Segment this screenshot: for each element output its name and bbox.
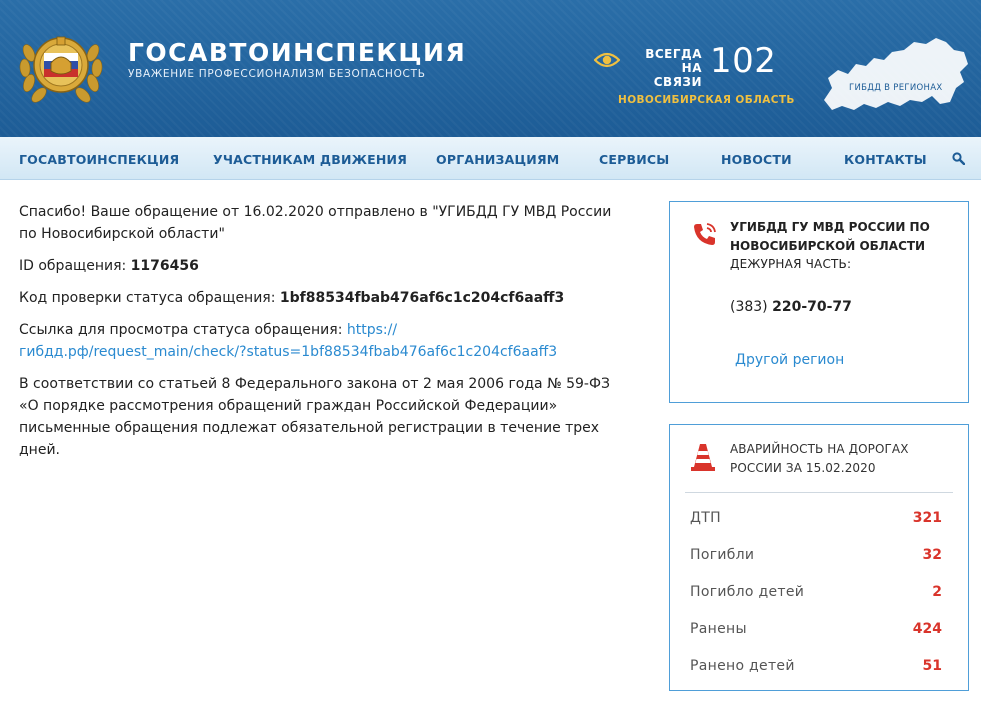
nav-item-services[interactable]: СЕРВИСЫ	[599, 152, 669, 167]
phone-icon	[694, 223, 716, 245]
stat-row: Ранено детей 51	[690, 658, 942, 678]
stat-value: 321	[912, 510, 942, 526]
stat-value: 424	[912, 621, 942, 637]
nav-item-participants[interactable]: УЧАСТНИКАМ ДВИЖЕНИЯ	[213, 152, 407, 167]
status-code-label: Код проверки статуса обращения:	[19, 290, 280, 306]
emblem-icon[interactable]	[17, 23, 105, 107]
stat-row: Погибло детей 2	[690, 584, 942, 604]
divider	[685, 492, 953, 493]
accidents-box-title: АВАРИЙНОСТЬ НА ДОРОГАХ РОССИИ ЗА 15.02.2…	[730, 442, 909, 475]
request-id-label: ID обращения:	[19, 258, 131, 274]
status-link-line: Ссылка для просмотра статуса обращения: …	[19, 319, 619, 363]
eye-icon[interactable]	[594, 50, 620, 70]
status-code-value: 1bf88534fbab476af6c1c204cf6aaff3	[279, 290, 565, 306]
nav-item-organizations[interactable]: ОРГАНИЗАЦИЯМ	[436, 152, 559, 167]
region-name: НОВОСИБИРСКАЯ ОБЛАСТЬ	[618, 94, 795, 106]
always-available-line2: НА СВЯЗИ	[653, 61, 702, 89]
law-notice: В соответствии со статьей 8 Федерального…	[19, 376, 610, 458]
stat-label: Ранены	[690, 621, 747, 637]
always-available-line1: ВСЕГДА	[645, 47, 702, 61]
contact-box: УГИБДД ГУ МВД РОССИИ ПО НОВОСИБИРСКОЙ ОБ…	[669, 201, 969, 403]
nav-item-news[interactable]: НОВОСТИ	[721, 152, 792, 167]
nav-item-gosavtoinspekciya[interactable]: ГОСАВТОИНСПЕКЦИЯ	[19, 152, 179, 167]
stat-value: 2	[932, 584, 942, 600]
russia-map-icon[interactable]	[818, 30, 970, 120]
emergency-phone: 102	[710, 41, 777, 81]
stat-label: Ранено детей	[690, 658, 795, 674]
search-icon[interactable]	[952, 152, 965, 165]
stat-label: ДТП	[690, 510, 721, 526]
thanks-message: Спасибо! Ваше обращение от 16.02.2020 от…	[19, 204, 612, 242]
stat-row: Ранены 424	[690, 621, 942, 641]
status-link-label: Ссылка для просмотра статуса обращения:	[19, 322, 347, 338]
request-id-line: ID обращения: 1176456	[19, 255, 619, 277]
contact-box-subtitle: ДЕЖУРНАЯ ЧАСТЬ:	[730, 257, 852, 271]
map-label[interactable]: ГИБДД В РЕГИОНАХ	[849, 83, 942, 93]
contact-box-title: УГИБДД ГУ МВД РОССИИ ПО НОВОСИБИРСКОЙ ОБ…	[730, 220, 930, 253]
stat-row: Погибли 32	[690, 547, 942, 567]
request-id-value: 1176456	[130, 258, 199, 274]
stat-value: 51	[922, 658, 942, 674]
accidents-box: АВАРИЙНОСТЬ НА ДОРОГАХ РОССИИ ЗА 15.02.2…	[669, 424, 969, 691]
other-region-link[interactable]: Другой регион	[735, 352, 844, 368]
contact-phone-code: (383)	[730, 299, 773, 315]
main-navigation: ГОСАВТОИНСПЕКЦИЯ УЧАСТНИКАМ ДВИЖЕНИЯ ОРГ…	[0, 137, 981, 180]
traffic-cone-icon	[691, 444, 715, 471]
contact-phone-number: 220-70-77	[772, 299, 852, 315]
stat-value: 32	[922, 547, 942, 563]
main-content: Спасибо! Ваше обращение от 16.02.2020 от…	[19, 201, 619, 471]
stat-row: ДТП 321	[690, 510, 942, 530]
contact-phone: (383) 220-70-77	[730, 299, 852, 315]
stat-label: Погибли	[690, 547, 755, 563]
site-header: ГОСАВТОИНСПЕКЦИЯ УВАЖЕНИЕ ПРОФЕССИОНАЛИЗ…	[0, 0, 981, 137]
stat-label: Погибло детей	[690, 584, 805, 600]
status-code-line: Код проверки статуса обращения: 1bf88534…	[19, 287, 619, 309]
brand-subtitle: УВАЖЕНИЕ ПРОФЕССИОНАЛИЗМ БЕЗОПАСНОСТЬ	[128, 68, 426, 80]
nav-item-contacts[interactable]: КОНТАКТЫ	[844, 152, 927, 167]
brand-title[interactable]: ГОСАВТОИНСПЕКЦИЯ	[128, 38, 466, 67]
